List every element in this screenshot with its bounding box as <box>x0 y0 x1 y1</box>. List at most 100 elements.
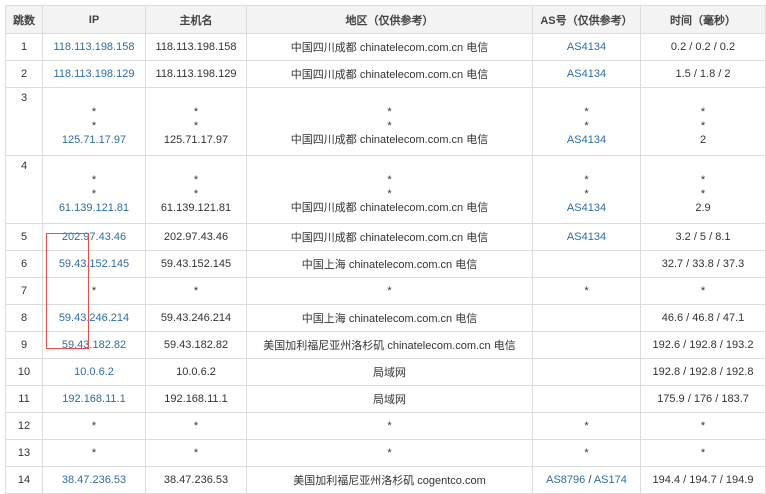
hop-cell: 6 <box>5 250 43 278</box>
star-mark: * <box>584 106 589 118</box>
host-value: 61.139.121.81 <box>160 202 232 214</box>
host-cell: 59.43.246.214 <box>145 304 247 332</box>
hop-cell: 8 <box>5 304 43 332</box>
host-cell: * <box>145 439 247 467</box>
region-cell: 中国四川成都 chinatelecom.com.cn 电信 <box>246 223 533 251</box>
table-body: 1 118.113.198.158 118.113.198.158 中国四川成都… <box>5 33 766 494</box>
header-host: 主机名 <box>145 5 247 34</box>
region-cell: * * 中国四川成都 chinatelecom.com.cn 电信 <box>246 87 533 156</box>
table-row: 4 * * 61.139.121.81 * * 61.139.121.81 * … <box>5 155 766 224</box>
ip-cell: * * 125.71.17.97 <box>42 87 146 156</box>
header-ip: IP <box>42 5 146 34</box>
as-cell <box>532 250 641 278</box>
hop-cell: 1 <box>5 33 43 61</box>
time-cell: 46.6 / 46.8 / 47.1 <box>640 304 766 332</box>
host-cell: 202.97.43.46 <box>145 223 247 251</box>
star-mark: * <box>584 188 589 200</box>
table-row: 11 192.168.11.1 192.168.11.1 局域网 175.9 /… <box>5 385 766 413</box>
as-link[interactable]: AS4134 <box>532 223 641 251</box>
header-hop: 跳数 <box>5 5 43 34</box>
table-row: 7 * * * * * <box>5 277 766 305</box>
star-mark: * <box>387 174 392 186</box>
table-row: 8 59.43.246.214 59.43.246.214 中国上海 china… <box>5 304 766 332</box>
time-cell: 32.7 / 33.8 / 37.3 <box>640 250 766 278</box>
hop-cell: 5 <box>5 223 43 251</box>
ip-link[interactable]: 118.113.198.129 <box>42 60 146 88</box>
hop-cell: 3 <box>5 87 43 156</box>
host-value: 125.71.17.97 <box>163 134 229 146</box>
time-cell: 192.8 / 192.8 / 192.8 <box>640 358 766 386</box>
table-header: 跳数 IP 主机名 地区（仅供参考） AS号（仅供参考） 时间（毫秒） <box>5 5 766 34</box>
ip-link[interactable]: 10.0.6.2 <box>42 358 146 386</box>
table-row: 13 * * * * * <box>5 439 766 467</box>
region-value: 中国四川成都 chinatelecom.com.cn 电信 <box>290 134 489 146</box>
as-cell: AS8796 / AS174 <box>532 466 641 494</box>
host-cell: 38.47.236.53 <box>145 466 247 494</box>
host-cell: * <box>145 277 247 305</box>
as-link[interactable]: AS4134 <box>536 133 637 147</box>
region-cell: * <box>246 412 533 440</box>
as-separator: / <box>585 474 594 486</box>
table-row: 14 38.47.236.53 38.47.236.53 美国加利福尼亚州洛杉矶… <box>5 466 766 494</box>
time-cell: 192.6 / 192.8 / 193.2 <box>640 331 766 359</box>
hop-cell: 10 <box>5 358 43 386</box>
region-cell: 局域网 <box>246 358 533 386</box>
ip-link[interactable]: 118.113.198.158 <box>42 33 146 61</box>
as-cell <box>532 358 641 386</box>
host-cell: 118.113.198.129 <box>145 60 247 88</box>
ip-link[interactable]: 125.71.17.97 <box>46 133 142 147</box>
header-region: 地区（仅供参考） <box>246 5 533 34</box>
hop-cell: 13 <box>5 439 43 467</box>
as-cell: * * AS4134 <box>532 87 641 156</box>
time-cell: * <box>640 439 766 467</box>
as-link[interactable]: AS174 <box>594 474 627 486</box>
hop-cell: 14 <box>5 466 43 494</box>
host-cell: * * 61.139.121.81 <box>145 155 247 224</box>
region-cell: 中国四川成都 chinatelecom.com.cn 电信 <box>246 60 533 88</box>
time-cell: * * 2.9 <box>640 155 766 224</box>
region-cell: * * 中国四川成都 chinatelecom.com.cn 电信 <box>246 155 533 224</box>
ip-link[interactable]: 192.168.11.1 <box>42 385 146 413</box>
star-mark: * <box>584 174 589 186</box>
as-link[interactable]: AS4134 <box>536 201 637 215</box>
as-cell <box>532 385 641 413</box>
star-mark: * <box>387 188 392 200</box>
as-link[interactable]: AS8796 <box>546 474 585 486</box>
star-mark: * <box>91 188 97 200</box>
star-mark: * <box>91 174 97 186</box>
ip-link[interactable]: 38.47.236.53 <box>42 466 146 494</box>
ip-cell: * * 61.139.121.81 <box>42 155 146 224</box>
hop-cell: 12 <box>5 412 43 440</box>
ip-cell: * <box>42 439 146 467</box>
as-cell: * <box>532 277 641 305</box>
host-cell: 59.43.182.82 <box>145 331 247 359</box>
time-cell: 1.5 / 1.8 / 2 <box>640 60 766 88</box>
ip-link[interactable]: 59.43.246.214 <box>42 304 146 332</box>
table-row: 3 * * 125.71.17.97 * * 125.71.17.97 * * … <box>5 87 766 156</box>
region-cell: 美国加利福尼亚州洛杉矶 cogentco.com <box>246 466 533 494</box>
table-row: 6 59.43.152.145 59.43.152.145 中国上海 china… <box>5 250 766 278</box>
star-mark: * <box>193 120 199 132</box>
ip-link[interactable]: 59.43.152.145 <box>42 250 146 278</box>
ip-cell: * <box>42 412 146 440</box>
table-row: 12 * * * * * <box>5 412 766 440</box>
ip-link[interactable]: 61.139.121.81 <box>46 201 142 215</box>
region-cell: * <box>246 277 533 305</box>
star-mark: * <box>193 106 199 118</box>
star-mark: * <box>700 188 706 200</box>
as-cell: * <box>532 412 641 440</box>
hop-cell: 4 <box>5 155 43 224</box>
region-cell: 美国加利福尼亚州洛杉矶 chinatelecom.com.cn 电信 <box>246 331 533 359</box>
star-mark: * <box>387 120 392 132</box>
time-cell: * <box>640 412 766 440</box>
host-cell: 192.168.11.1 <box>145 385 247 413</box>
as-cell <box>532 304 641 332</box>
star-mark: * <box>193 174 199 186</box>
as-link[interactable]: AS4134 <box>532 60 641 88</box>
time-cell: 3.2 / 5 / 8.1 <box>640 223 766 251</box>
as-link[interactable]: AS4134 <box>532 33 641 61</box>
ip-link[interactable]: 202.97.43.46 <box>42 223 146 251</box>
table-row: 5 202.97.43.46 202.97.43.46 中国四川成都 china… <box>5 223 766 251</box>
header-row: 跳数 IP 主机名 地区（仅供参考） AS号（仅供参考） 时间（毫秒） <box>5 5 766 34</box>
ip-link[interactable]: 59.43.182.82 <box>42 331 146 359</box>
